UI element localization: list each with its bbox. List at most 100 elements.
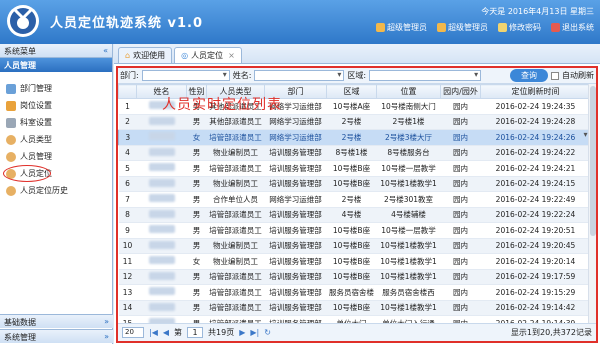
total-pages: 共19页 [208, 328, 235, 337]
table-cell: 10号楼一层教学 [376, 160, 441, 177]
next-page-icon[interactable]: ▶ [239, 328, 245, 337]
last-page-icon[interactable]: ▶| [250, 328, 259, 337]
table-cell: 2号楼301教室 [376, 191, 441, 208]
key-icon [498, 23, 507, 32]
table-row[interactable]: 3 女培管部派遣员工 网络学习运维部 2号楼 2号楼3楼大厅 园内 2016-02-24 1… [118, 129, 591, 146]
redacted-name [148, 225, 175, 234]
table-row[interactable]: 5 男培管部派遣员工 培训服务管理部 10号楼B座 10号楼一层教学 园内 2016-02-… [118, 160, 591, 177]
table-row[interactable]: 6 男物业编制员工 培训服务管理部 10号楼B座 10号楼1楼教学1 园内 2016-02-… [118, 176, 591, 192]
table-cell [136, 269, 187, 285]
sidebar-item-person-type[interactable]: 人员类型 [6, 131, 112, 148]
table-cell: 培管部派遣员工 [206, 269, 265, 285]
table-cell: 网络学习运维部 [264, 129, 327, 146]
table-row[interactable]: 14 男培管部派遣员工 培训服务管理部 10号楼B座 10号楼1楼教学1 园内 2016-0… [118, 300, 591, 316]
tab-welcome[interactable]: ⌂ 欢迎使用 [118, 47, 173, 63]
table-cell: 培训服务管理部 [264, 160, 327, 177]
table-cell: 9 [118, 222, 137, 239]
name-select[interactable] [254, 70, 345, 81]
table-row[interactable]: 10 男物业编制员工 培训服务管理部 10号楼B座 10号楼1楼教学1 园内 2016-02… [118, 238, 591, 254]
table-row[interactable]: 12 男培管部派遣员工 培训服务管理部 10号楼B座 10号楼1楼教学1 园内 2016-0… [118, 269, 591, 285]
sidebar-item-locate-history[interactable]: 人员定位历史 [6, 182, 112, 199]
column-header[interactable]: 位置 [376, 84, 441, 99]
sidebar-group-personnel[interactable]: 人员管理 [0, 58, 112, 72]
auto-refresh-checkbox[interactable] [551, 71, 559, 80]
app-header: 人员定位轨迹系统 v1.0 今天是 2016年4月13日 星期三 超级管理员 超… [0, 0, 600, 44]
table-cell: 男 [186, 269, 207, 285]
table-row[interactable]: 13 男培管部派遣员工 培训服务管理部 服务员宿舍楼 服务员宿舍楼西 园内 2016-02-… [118, 284, 591, 301]
table-cell: 其他部派遣员工 [206, 114, 265, 130]
table-row[interactable]: 4 男物业编制员工 培训服务管理部 8号楼1楼 8号楼服务台 园内 2016-02-24 1… [118, 145, 591, 161]
table-cell: 1 [118, 98, 137, 115]
redacted-name [148, 132, 175, 141]
sidebar-item-post[interactable]: 岗位设置 [6, 97, 112, 114]
page-label: 第 [174, 328, 183, 337]
table-row[interactable]: 7 男合作单位人员 网络学习运维部 2号楼 2号楼301教室 园内 2016-02-24 1… [118, 191, 591, 208]
table-cell: 培训服务管理部 [264, 222, 327, 239]
sidebar-item-office[interactable]: 科室设置 [6, 114, 112, 131]
table-cell: 2016-02-24 19:15:29 [480, 284, 591, 301]
user-name-item[interactable]: 超级管理员 [437, 22, 488, 33]
table-cell: 2016-02-24 19:24:21 [480, 160, 591, 177]
app-title: 人员定位轨迹系统 v1.0 [50, 16, 204, 31]
table-cell: 园内 [440, 222, 481, 239]
sidebar-header: 系统菜单 « [0, 44, 112, 58]
table-cell: 14 [118, 300, 137, 316]
region-select[interactable] [369, 70, 482, 81]
redacted-name [148, 178, 175, 187]
refresh-icon[interactable]: ↻ [264, 328, 271, 337]
dept-select[interactable] [141, 70, 230, 81]
redacted-name [148, 302, 175, 311]
sidebar-section-basic-data[interactable]: 基础数据 » [0, 314, 113, 328]
table-cell: 女 [186, 129, 207, 146]
table-row[interactable]: 11 女物业编制员工 培训服务管理部 10号楼B座 10号楼1楼教学1 园内 2016-02… [118, 253, 591, 270]
table-cell [136, 114, 187, 130]
prev-page-icon[interactable]: ◀ [163, 328, 169, 337]
column-header[interactable]: 定位刷新时间 [480, 84, 591, 99]
tab-person-locate[interactable]: ◎ 人员定位 × [174, 47, 242, 63]
table-cell [136, 300, 187, 316]
page-size-select[interactable]: 20 [122, 327, 144, 338]
sidebar-section-system[interactable]: 系统管理 » [0, 329, 113, 343]
user-role-item[interactable]: 超级管理员 [376, 22, 427, 33]
close-icon[interactable]: × [228, 51, 235, 60]
collapse-icon[interactable]: « [103, 46, 108, 55]
logout-button[interactable]: 退出系统 [551, 22, 594, 33]
table-row[interactable]: 8 男培管部派遣员工 培训服务管理部 4号楼 4号楼辅楼 园内 2016-02-24 19:… [118, 207, 591, 223]
column-header[interactable]: 园内/园外 [440, 84, 481, 99]
table-cell [136, 238, 187, 254]
table-cell: 2016-02-24 19:24:15 [480, 176, 591, 192]
sidebar-item-dept[interactable]: 部门管理 [6, 80, 112, 97]
first-page-icon[interactable]: |◀ [149, 328, 158, 337]
expand-icon: » [104, 332, 109, 341]
table-cell: 10号楼A座 [326, 98, 377, 115]
table-cell: 2016-02-24 19:24:22 [480, 145, 591, 161]
column-header[interactable] [118, 84, 137, 99]
redacted-name [148, 271, 175, 280]
page-input[interactable]: 1 [187, 327, 204, 338]
sidebar-title: 系统菜单 [4, 47, 36, 56]
table-cell: 5 [118, 160, 137, 177]
tab-label: 人员定位 [191, 51, 224, 60]
highlight-circle [3, 165, 51, 182]
scroll-thumb[interactable] [590, 86, 596, 236]
table-cell: 园内 [440, 98, 481, 115]
query-button[interactable]: 查询 [510, 69, 548, 82]
redacted-name [148, 209, 175, 218]
sidebar-item-person-manage[interactable]: 人员管理 [6, 148, 112, 165]
redacted-name [148, 256, 175, 265]
table-cell: 10号楼1楼教学1 [376, 238, 441, 254]
table-cell: 物业编制员工 [206, 253, 265, 270]
sidebar-item-person-locate[interactable]: 人员定位 [3, 165, 112, 182]
table-cell: 10号楼1楼教学1 [376, 176, 441, 192]
table-cell: 2016-02-24 19:20:51 [480, 222, 591, 239]
table-cell: 园内 [440, 253, 481, 270]
column-header[interactable]: 区域 [326, 84, 377, 99]
table-row[interactable]: 9 男培管部派遣员工 培训服务管理部 10号楼B座 10号楼一层教学 园内 2016-02-… [118, 222, 591, 239]
location-icon: ◎ [181, 51, 189, 60]
change-password-button[interactable]: 修改密码 [498, 22, 541, 33]
user-name-label: 超级管理员 [448, 23, 488, 32]
logo-icon [7, 5, 39, 37]
vertical-scrollbar[interactable] [588, 84, 596, 325]
table-cell: 10号楼B座 [326, 222, 377, 239]
table-row[interactable]: 2 男其他部派遣员工 网络学习运维部 2号楼 2号楼1楼 园内 2016-02-24 19:… [118, 114, 591, 130]
